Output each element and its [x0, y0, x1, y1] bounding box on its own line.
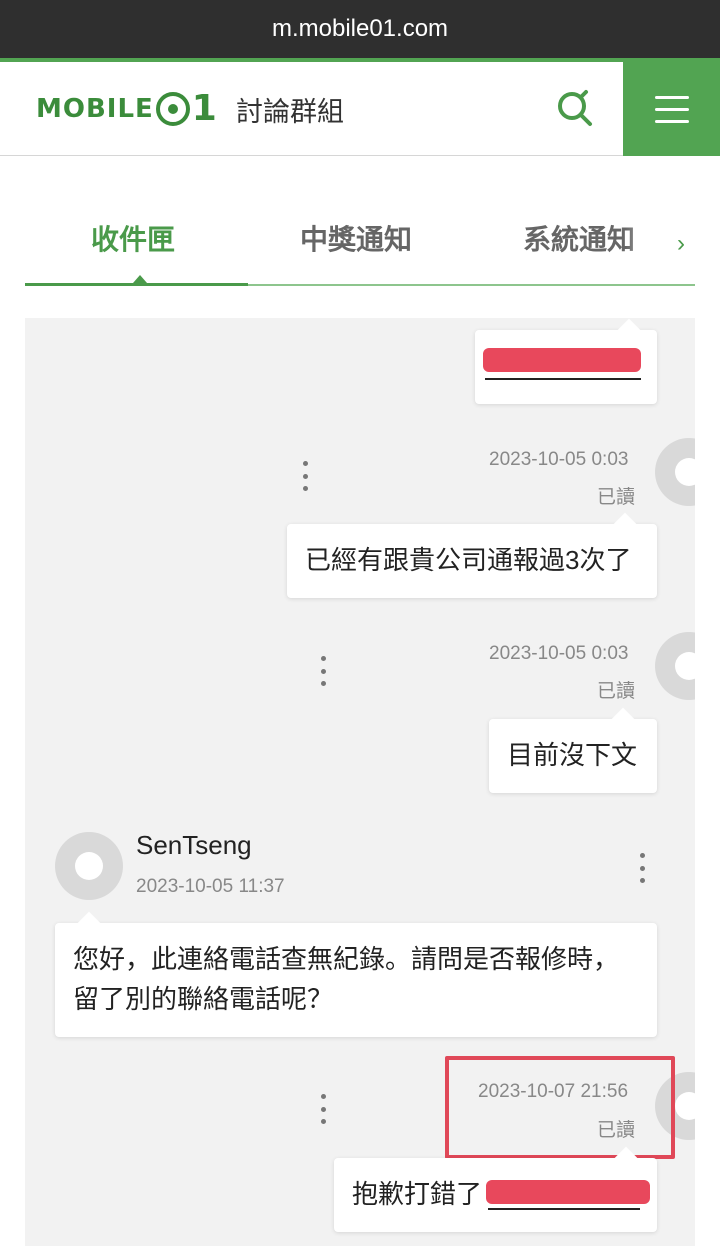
more-options-icon[interactable] [318, 1094, 328, 1124]
avatar[interactable] [55, 832, 123, 900]
hamburger-menu-icon[interactable] [623, 62, 720, 156]
mobile01-logo[interactable]: MOBILE 1 [36, 88, 217, 129]
phone-underline [485, 378, 641, 380]
message-time: 2023-10-05 11:37 [136, 876, 285, 897]
message-text: 抱歉打錯了 [352, 1179, 483, 1209]
avatar [655, 438, 695, 506]
url-text: m.mobile01.com [271, 15, 449, 42]
logo-number: 1 [191, 88, 217, 129]
phone-underline [488, 1208, 640, 1210]
read-status: 已讀 [597, 681, 636, 702]
tab-system-notice[interactable]: 系統通知 [523, 218, 635, 258]
message-text-line: 您好，此連絡電話查無紀錄。請問是否報修時， [73, 944, 620, 974]
redacted-text [483, 348, 641, 372]
message-bubble: 目前沒下文 [489, 707, 657, 793]
site-header: MOBILE 1 討論群組 [0, 58, 720, 156]
tab-fade [625, 210, 675, 260]
browser-url-bar[interactable]: m.mobile01.com [0, 0, 720, 58]
message-text: 目前沒下文 [507, 740, 638, 770]
message-time: 2023-10-05 0:03 [489, 449, 629, 470]
more-options-icon[interactable] [300, 461, 310, 491]
more-options-icon[interactable] [637, 853, 647, 883]
active-tab-caret [133, 275, 147, 283]
tab-inbox[interactable]: 收件匣 [91, 218, 175, 258]
highlight-annotation [445, 1056, 675, 1159]
redacted-text [486, 1180, 650, 1204]
chevron-right-icon[interactable]: › [677, 230, 685, 258]
message-text-line: 留了別的聯絡電話呢？ [73, 984, 334, 1014]
logo-zero-icon [155, 91, 190, 126]
message-bubble: 您好，此連絡電話查無紀錄。請問是否報修時， 留了別的聯絡電話呢？ [55, 911, 657, 1037]
logo-text: MOBILE [36, 93, 154, 124]
avatar [655, 632, 695, 700]
message-bubble: 抱歉打錯了 [334, 1146, 657, 1232]
forum-title[interactable]: 討論群組 [236, 90, 344, 129]
tab-prize-notice[interactable]: 中獎通知 [300, 218, 412, 258]
message-bubble [475, 318, 657, 404]
message-text: 已經有跟貴公司通報過3次了 [305, 545, 632, 575]
search-icon[interactable] [552, 86, 596, 130]
more-options-icon[interactable] [318, 656, 328, 686]
message-thread[interactable]: 2023-10-05 0:03 已讀 已經有跟貴公司通報過3次了 2023-10… [25, 318, 695, 1246]
active-tab-underline [25, 283, 248, 286]
mailbox-tabs: 收件匣 中獎通知 系統通知 › [25, 200, 695, 286]
message-bubble: 已經有跟貴公司通報過3次了 [287, 512, 657, 598]
read-status: 已讀 [597, 487, 636, 508]
sender-name[interactable]: SenTseng [136, 830, 252, 861]
message-time: 2023-10-05 0:03 [489, 643, 629, 664]
